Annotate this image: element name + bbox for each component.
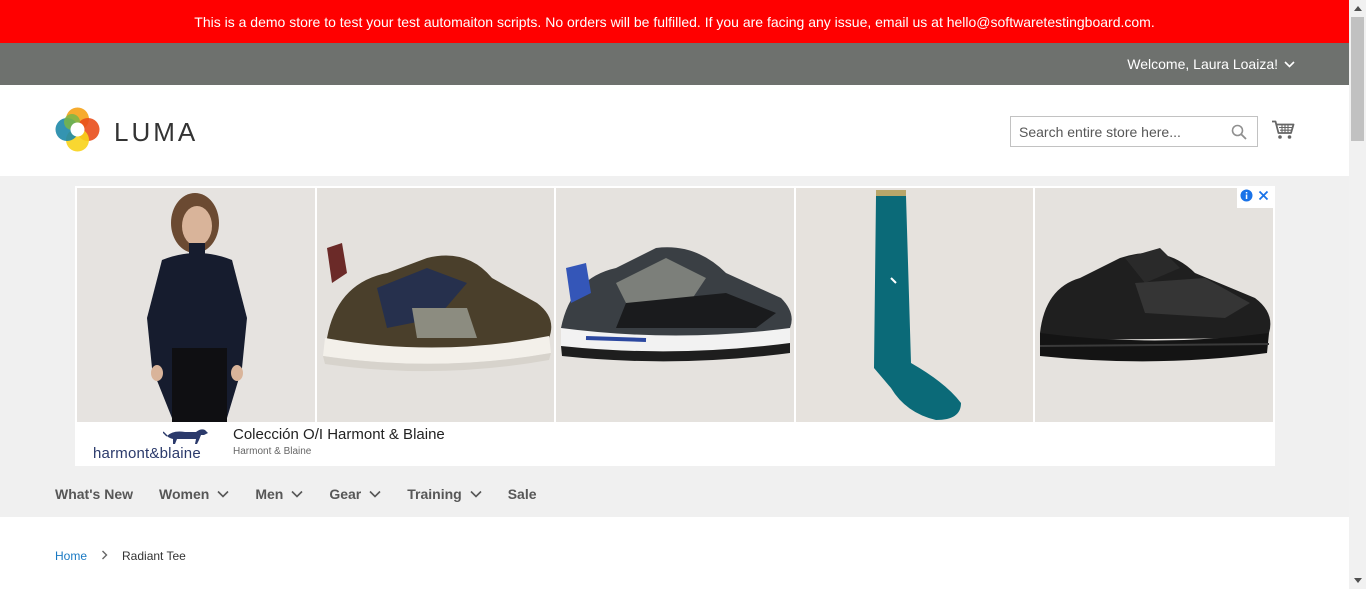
chevron-down-icon xyxy=(291,490,303,498)
chevron-down-icon xyxy=(1284,60,1295,68)
scroll-down-arrow-icon[interactable] xyxy=(1349,572,1366,589)
nav-label: What's New xyxy=(55,486,134,502)
search-input[interactable] xyxy=(1011,117,1237,146)
ad-image-sneaker-grey[interactable] xyxy=(556,188,794,422)
vertical-scrollbar[interactable] xyxy=(1349,0,1366,589)
chevron-down-icon xyxy=(470,490,482,498)
advertisement[interactable]: harmont&blaine Colección O/I Harmont & B… xyxy=(75,186,1275,466)
page: This is a demo store to test your test a… xyxy=(0,0,1349,589)
nav-label: Training xyxy=(407,486,462,502)
main-navigation: What's New Women Men Gear Training Sale xyxy=(0,471,1349,517)
nav-whats-new[interactable]: What's New xyxy=(55,486,133,502)
scroll-up-arrow-icon[interactable] xyxy=(1349,0,1366,17)
nav-men[interactable]: Men xyxy=(255,486,303,502)
logo-text: LUMA xyxy=(114,116,199,147)
welcome-text: Welcome, Laura Loaiza! xyxy=(1127,56,1278,72)
header-main: LUMA xyxy=(0,85,1349,176)
luma-logo[interactable]: LUMA xyxy=(55,107,198,157)
ad-image-sweater[interactable] xyxy=(77,188,315,422)
nav-label: Sale xyxy=(507,486,537,502)
chevron-right-icon xyxy=(101,549,108,563)
ad-title[interactable]: Colección O/I Harmont & Blaine xyxy=(233,426,445,443)
ad-image-sneaker-black[interactable] xyxy=(1035,188,1273,422)
nav-label: Women xyxy=(159,486,210,502)
header-panel: Welcome, Laura Loaiza! xyxy=(0,43,1349,85)
luma-logo-icon xyxy=(55,107,100,157)
nav-gear[interactable]: Gear xyxy=(329,486,381,502)
close-icon[interactable] xyxy=(1257,189,1270,207)
ad-choices[interactable] xyxy=(1237,188,1273,208)
chevron-down-icon xyxy=(369,490,381,498)
info-icon[interactable] xyxy=(1240,189,1253,207)
nav-label: Men xyxy=(255,486,284,502)
search-box xyxy=(1010,116,1258,147)
ad-image-sneaker-brown[interactable] xyxy=(316,188,555,422)
breadcrumb: Home Radiant Tee xyxy=(55,549,186,563)
ad-subtitle: Harmont & Blaine xyxy=(233,446,312,457)
customer-welcome-menu[interactable]: Welcome, Laura Loaiza! xyxy=(1127,56,1295,72)
chevron-down-icon xyxy=(217,490,229,498)
ad-brand-name: harmont&blaine xyxy=(93,445,201,462)
breadcrumb-current: Radiant Tee xyxy=(122,549,186,563)
nav-sale[interactable]: Sale xyxy=(508,486,537,502)
scrollbar-thumb[interactable] xyxy=(1351,17,1364,141)
demo-notice-text: This is a demo store to test your test a… xyxy=(194,13,1155,30)
breadcrumb-home-link[interactable]: Home xyxy=(55,549,87,563)
ad-image-sock[interactable] xyxy=(795,188,1034,422)
search-icon[interactable] xyxy=(1231,124,1247,145)
nav-training[interactable]: Training xyxy=(407,486,482,502)
ad-area: harmont&blaine Colección O/I Harmont & B… xyxy=(0,176,1349,471)
cart-icon[interactable] xyxy=(1272,120,1295,145)
nav-label: Gear xyxy=(329,486,362,502)
demo-notice-banner: This is a demo store to test your test a… xyxy=(0,0,1349,43)
ad-image-strip xyxy=(77,188,1273,422)
nav-women[interactable]: Women xyxy=(159,486,229,502)
